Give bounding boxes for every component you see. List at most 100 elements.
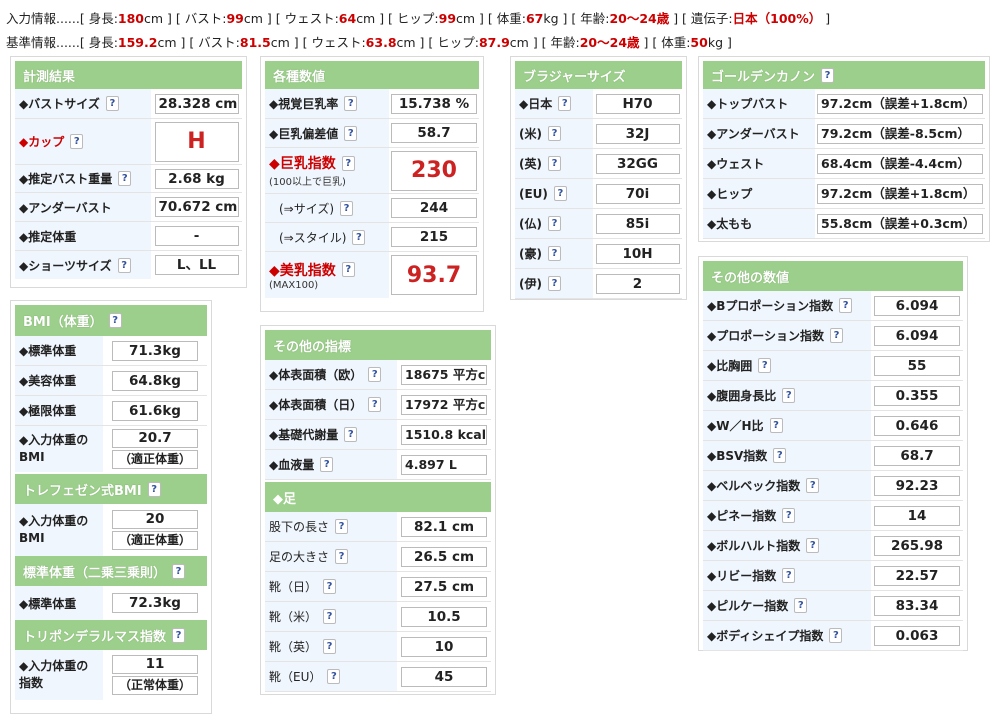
help-icon[interactable]: ? bbox=[806, 478, 820, 493]
help-icon[interactable]: ? bbox=[368, 367, 382, 382]
value-box: 10.5 bbox=[401, 606, 487, 627]
row-label: 靴（日） bbox=[269, 580, 318, 594]
other-values-title: その他の数値 bbox=[703, 261, 963, 291]
help-icon[interactable]: ? bbox=[558, 96, 572, 111]
table-row: ◆入力体重のBMI 20.7 （適正体重） bbox=[15, 426, 207, 472]
row-label: ◆極限体重 bbox=[15, 396, 103, 425]
value-box: 0.355 bbox=[874, 385, 960, 406]
help-icon[interactable]: ? bbox=[829, 628, 843, 643]
table-row: ◆ウェスト 68.4cm（誤差-4.4cm） bbox=[703, 149, 985, 179]
help-icon[interactable]: ? bbox=[335, 519, 349, 534]
header-text: 基準情報......[ 身長: bbox=[6, 35, 118, 50]
value-box: 265.98 bbox=[874, 535, 960, 556]
value-box: 58.7 bbox=[391, 123, 477, 143]
value-box: - bbox=[154, 226, 239, 246]
help-icon[interactable]: ? bbox=[320, 457, 334, 472]
header-text: cm ] [ バスト: bbox=[144, 11, 227, 26]
help-icon[interactable]: ? bbox=[352, 229, 366, 245]
help-icon[interactable]: ? bbox=[782, 388, 796, 403]
header-value: 20〜24歳 bbox=[609, 11, 670, 26]
help-icon[interactable]: ? bbox=[806, 538, 820, 553]
help-icon[interactable]: ? bbox=[323, 579, 337, 594]
help-icon[interactable]: ? bbox=[341, 262, 355, 277]
help-icon[interactable]: ? bbox=[758, 358, 772, 373]
table-row: ◆リビー指数? 22.57 bbox=[703, 561, 963, 591]
help-icon[interactable]: ? bbox=[839, 298, 853, 313]
help-icon[interactable]: ? bbox=[547, 216, 561, 231]
help-icon[interactable]: ? bbox=[344, 125, 358, 141]
table-row: ◆BSV指数? 68.7 bbox=[703, 441, 963, 471]
table-row: 股下の長さ? 82.1 cm bbox=[265, 512, 491, 542]
help-icon[interactable]: ? bbox=[323, 639, 337, 654]
value-box: 28.328 cm bbox=[154, 93, 239, 114]
table-row: ◆推定体重 - bbox=[15, 222, 242, 251]
help-icon[interactable]: ? bbox=[344, 96, 358, 111]
table-row: (伊)? 2 bbox=[515, 269, 682, 299]
help-icon[interactable]: ? bbox=[782, 508, 796, 523]
table-row: ◆美容体重 64.8kg bbox=[15, 366, 207, 396]
help-icon[interactable]: ? bbox=[769, 418, 783, 433]
table-row: ◆ボルハルト指数? 265.98 bbox=[703, 531, 963, 561]
table-row: ◆プロポーション指数? 6.094 bbox=[703, 321, 963, 351]
help-icon[interactable]: ? bbox=[327, 669, 341, 684]
help-icon[interactable]: ? bbox=[794, 598, 808, 613]
help-icon[interactable]: ? bbox=[547, 156, 561, 171]
help-icon[interactable]: ? bbox=[108, 313, 122, 328]
help-icon[interactable]: ? bbox=[340, 200, 354, 216]
row-label: ◆体表面積（日） bbox=[269, 398, 363, 412]
help-icon[interactable]: ? bbox=[368, 397, 382, 412]
measurement-panel: 計測結果 ◆バストサイズ? 28.328 cm ◆カップ? H ◆推定バスト重量… bbox=[10, 56, 247, 288]
header-value: 日本（100%） bbox=[732, 11, 822, 26]
row-label: ◆日本 bbox=[519, 97, 553, 111]
row-label: ◆標準体重 bbox=[15, 586, 103, 620]
table-row: ◆入力体重の指数 11 （正常体重） bbox=[15, 650, 207, 700]
value-box: 22.57 bbox=[874, 565, 960, 586]
help-icon[interactable]: ? bbox=[547, 276, 561, 291]
header-value: 99 bbox=[226, 11, 244, 26]
measurement-title: 計測結果 bbox=[15, 61, 242, 89]
help-icon[interactable]: ? bbox=[117, 257, 131, 273]
bmi-panel: BMI（体重）? ◆標準体重 71.3kg ◆美容体重 64.8kg ◆極限体重… bbox=[10, 300, 212, 714]
help-icon[interactable]: ? bbox=[70, 134, 84, 149]
help-icon[interactable]: ? bbox=[547, 246, 561, 261]
table-row: ◆巨乳偏差値? 58.7 bbox=[265, 119, 479, 148]
table-row: ◆Bプロポーション指数? 6.094 bbox=[703, 291, 963, 321]
standard-info-line: 基準情報......[ 身長:159.2cm ] [ バスト:81.5cm ] … bbox=[6, 32, 732, 51]
row-label: ◆入力体重の指数 bbox=[15, 650, 103, 700]
help-icon[interactable]: ? bbox=[547, 126, 561, 141]
help-icon[interactable]: ? bbox=[105, 96, 119, 111]
value-box: H70 bbox=[595, 93, 680, 114]
row-label: ◆Bプロポーション指数 bbox=[707, 299, 834, 313]
header-value: 99 bbox=[438, 11, 457, 26]
row-label: (EU) bbox=[519, 186, 548, 201]
row-label: ◆トップバスト bbox=[707, 97, 789, 111]
table-row: ◆カップ? H bbox=[15, 119, 242, 165]
trefethen-bmi-title: トレフェゼン式BMI? bbox=[15, 474, 207, 504]
help-icon[interactable]: ? bbox=[773, 448, 787, 463]
help-icon[interactable]: ? bbox=[344, 427, 358, 442]
help-icon[interactable]: ? bbox=[553, 186, 567, 201]
help-icon[interactable]: ? bbox=[147, 481, 161, 497]
row-label: ◆ウェスト bbox=[707, 157, 765, 171]
table-row: (⇒サイズ)? 244 bbox=[265, 194, 479, 223]
help-icon[interactable]: ? bbox=[335, 549, 349, 564]
value-box: 15.738 % bbox=[391, 93, 477, 114]
tri-ponderal-title-text: トリポンデラルマス指数 bbox=[23, 629, 167, 645]
help-icon[interactable]: ? bbox=[341, 155, 355, 171]
help-icon[interactable]: ? bbox=[172, 563, 186, 579]
value-box: 82.1 cm bbox=[401, 516, 487, 537]
table-row: ◆極限体重 61.6kg bbox=[15, 396, 207, 426]
row-label: (⇒サイズ) bbox=[279, 201, 335, 216]
value-box: 68.7 bbox=[874, 445, 960, 466]
help-icon[interactable]: ? bbox=[821, 67, 835, 83]
cup-value: H bbox=[154, 121, 239, 162]
header-text: kg ] bbox=[707, 35, 732, 50]
value-box: 10H bbox=[595, 243, 680, 264]
header-value: 50 bbox=[690, 35, 708, 50]
help-icon[interactable]: ? bbox=[172, 627, 186, 643]
help-icon[interactable]: ? bbox=[830, 328, 843, 343]
help-icon[interactable]: ? bbox=[782, 568, 796, 583]
help-icon[interactable]: ? bbox=[323, 609, 337, 624]
value-box: 244 bbox=[391, 198, 477, 218]
help-icon[interactable]: ? bbox=[118, 171, 132, 186]
